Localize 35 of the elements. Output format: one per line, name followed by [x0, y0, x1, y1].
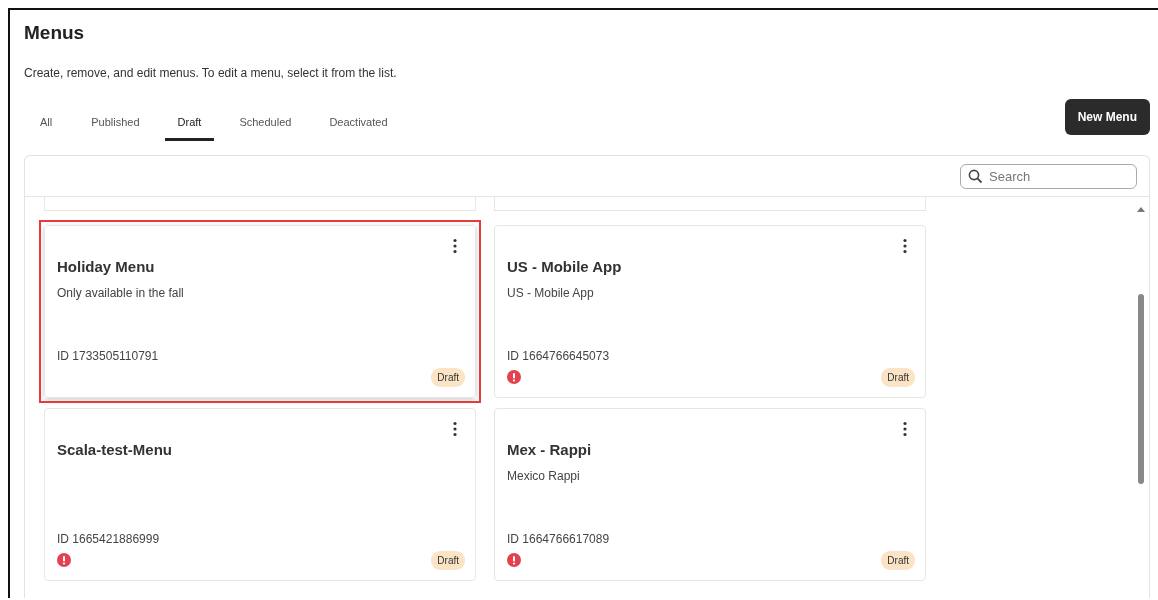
menu-card[interactable]: Holiday Menu Only available in the fall ID 1733505110791 Draft — [44, 225, 476, 398]
filter-tab[interactable]: Deactivated — [316, 108, 401, 141]
menu-card[interactable]: Scala-test-Menu ID 1665421886999 Draft — [44, 408, 476, 581]
menu-description: Mexico Rappi — [507, 469, 581, 483]
status-badge: Draft — [431, 367, 465, 387]
status-badge: Draft — [431, 550, 465, 570]
filter-tab[interactable]: Scheduled — [226, 108, 305, 141]
menu-name: Holiday Menu — [57, 258, 156, 275]
scroll-up-icon[interactable] — [1137, 207, 1145, 212]
page-title: Menus — [24, 22, 86, 44]
more-options-icon[interactable] — [902, 421, 908, 437]
menu-description: Only available in the fall — [57, 286, 185, 300]
menu-id: ID 1733505110791 — [57, 349, 160, 363]
more-options-icon[interactable] — [902, 238, 908, 254]
menu-name: US - Mobile App — [507, 258, 623, 275]
search-field[interactable]: Search — [960, 163, 1137, 189]
menu-id: ID 1664766617089 — [507, 532, 611, 546]
menu-id: ID 1664766645073 — [507, 349, 611, 363]
page-description: Create, remove, and edit menus. To edit a menu, select it from the list. — [24, 66, 398, 80]
menu-description: US - Mobile App — [507, 286, 595, 300]
status-badge: Draft — [881, 367, 915, 387]
scrollbar-thumb[interactable] — [1138, 294, 1144, 484]
menu-name: Mex - Rappi — [507, 441, 593, 458]
filter-tab[interactable]: All — [32, 108, 61, 141]
menu-card[interactable]: Mex - Rappi Mexico Rappi ID 1664766617089 Draft — [494, 408, 926, 581]
new-menu-button[interactable]: New Menu — [1064, 98, 1150, 135]
filter-tab[interactable]: Draft — [164, 108, 215, 141]
more-options-icon[interactable] — [452, 238, 458, 254]
menu-id: ID 1665421886999 — [57, 532, 161, 546]
status-badge: Draft — [881, 550, 915, 570]
filter-tab[interactable]: Published — [78, 108, 153, 141]
search-icon — [968, 168, 983, 184]
menu-card[interactable]: US - Mobile App US - Mobile App ID 1664766645073 Draft — [494, 225, 926, 398]
menu-name: Scala-test-Menu — [57, 441, 174, 458]
more-options-icon[interactable] — [452, 421, 458, 437]
